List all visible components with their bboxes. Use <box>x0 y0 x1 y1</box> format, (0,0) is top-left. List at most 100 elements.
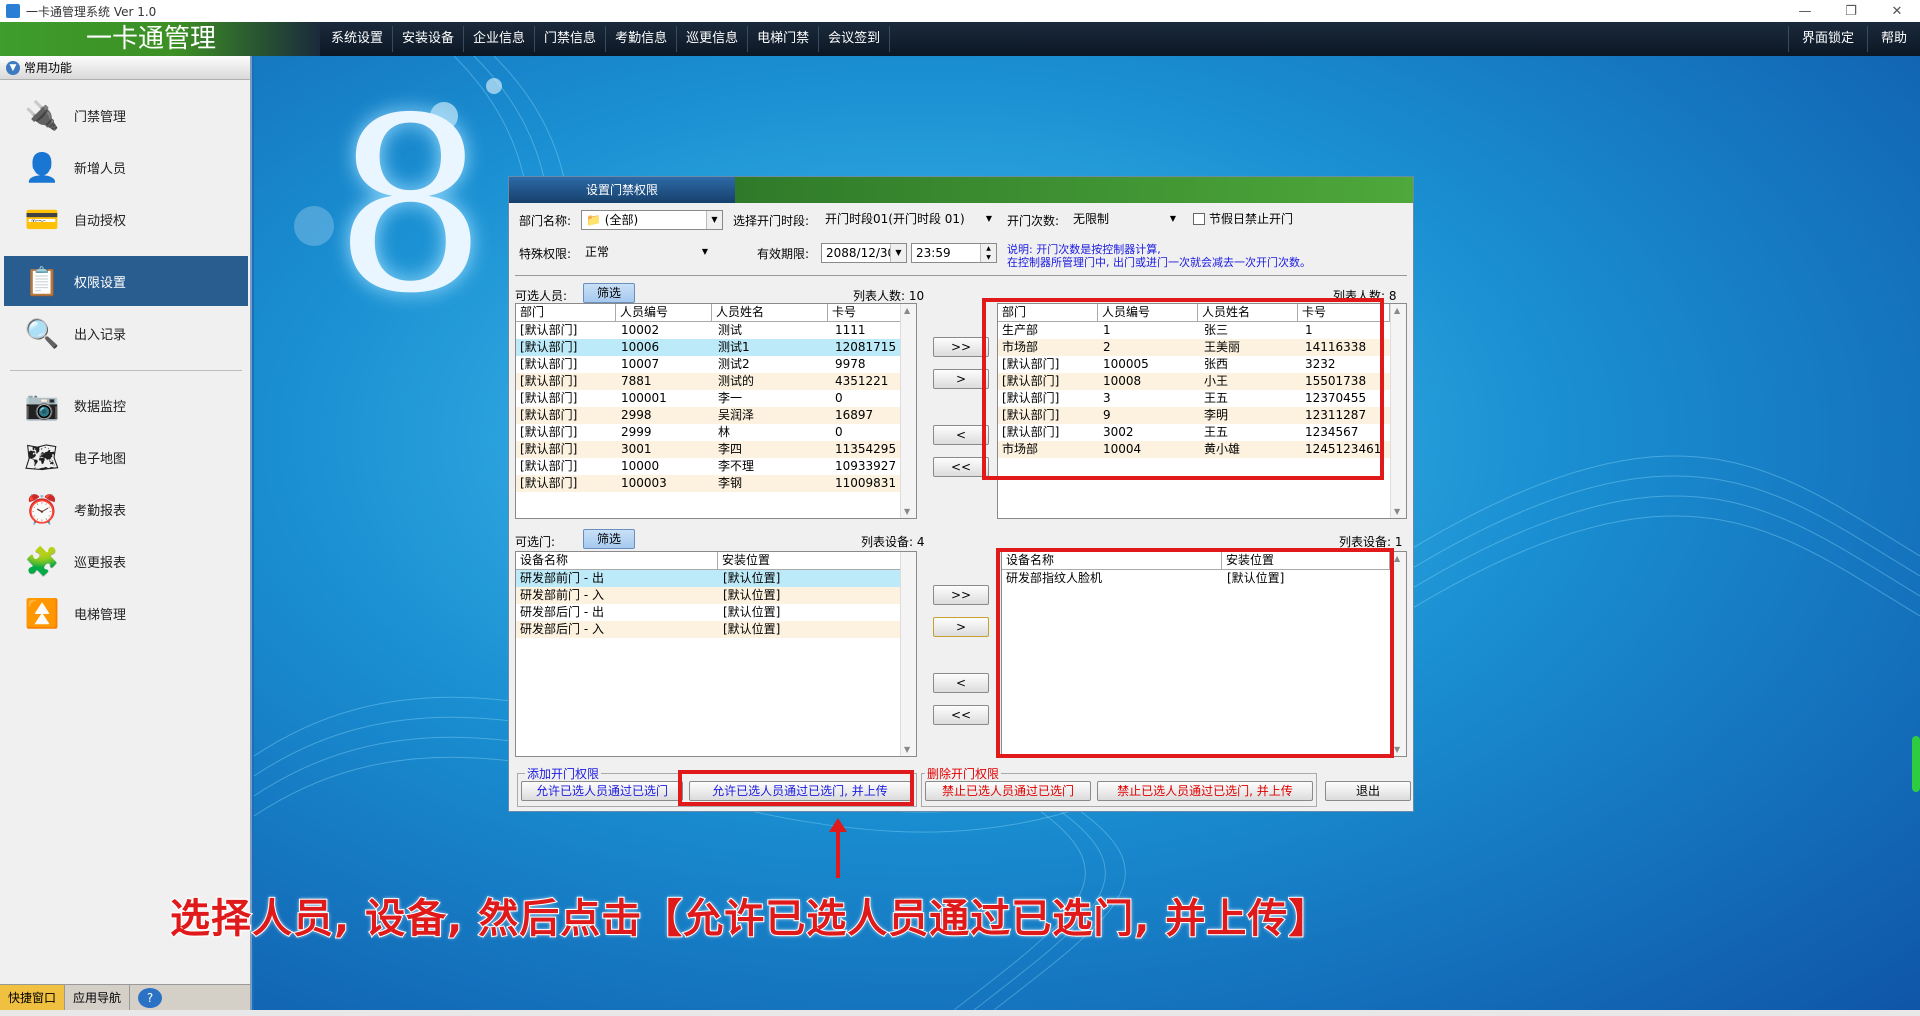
remove-people-button[interactable]: < <box>933 425 989 445</box>
table-cell: 11354295 <box>835 442 897 456</box>
table-cell: 4351221 <box>835 374 889 388</box>
add-all-doors-button[interactable]: >> <box>933 585 989 605</box>
table-row[interactable]: 研发部后门 - 出 [默认位置] <box>516 604 916 621</box>
table-row[interactable]: 研发部后门 - 入 [默认位置] <box>516 621 916 638</box>
table-cell: 9978 <box>835 357 866 371</box>
scrollbar[interactable]: ▲ ▼ <box>900 304 916 518</box>
table-row[interactable]: [默认部门] 100001 李一 0 <box>516 390 916 407</box>
menu-install-device[interactable]: 安装设备 <box>393 26 465 52</box>
sidebar-item-new-person[interactable]: 👤 新增人员 <box>4 142 248 192</box>
add-door-button[interactable]: > <box>933 617 989 637</box>
column-header[interactable]: 部门 <box>516 304 616 321</box>
holiday-label: 节假日禁止开门 <box>1209 212 1294 226</box>
scrollbar[interactable]: ▼ <box>900 552 916 756</box>
filter-people-button[interactable]: 筛选 <box>583 283 635 303</box>
holiday-checkbox[interactable]: 节假日禁止开门 <box>1193 210 1293 227</box>
special-select[interactable]: 正常 ▼ <box>581 243 713 263</box>
table-row[interactable]: [默认部门] 10006 测试1 12081715 <box>516 339 916 356</box>
dept-select[interactable]: 📁 (全部) ▼ <box>581 210 723 230</box>
sidebar-item-auto-auth[interactable]: 💳 自动授权 <box>4 194 248 244</box>
sidebar-item-permission[interactable]: 📋 权限设置 <box>4 256 248 306</box>
menu-attendance-info[interactable]: 考勤信息 <box>606 26 678 52</box>
sidebar-item-access-records[interactable]: 🔍 出入记录 <box>4 308 248 358</box>
scrollbar[interactable]: ▲ ▼ <box>1390 304 1406 518</box>
table-row[interactable]: [默认部门] 3001 李四 11354295 <box>516 441 916 458</box>
tab-app-nav[interactable]: 应用导航 <box>65 985 131 1011</box>
scroll-up-icon[interactable]: ▲ <box>1394 306 1400 315</box>
table-cell: 12081715 <box>835 340 897 354</box>
column-header[interactable]: 设备名称 <box>516 552 718 569</box>
add-people-button[interactable]: > <box>933 369 989 389</box>
menu-elevator[interactable]: 电梯门禁 <box>748 26 820 52</box>
menu-meeting[interactable]: 会议签到 <box>819 26 891 52</box>
table-row[interactable]: [默认部门] 100003 李钢 11009831 <box>516 475 916 492</box>
scroll-down-icon[interactable]: ▼ <box>904 745 910 754</box>
table-row[interactable]: [默认部门] 10000 李不理 10933927 <box>516 458 916 475</box>
forbid-upload-button[interactable]: 禁止已选人员通过已选门, 并上传 <box>1097 781 1313 801</box>
table-row[interactable]: [默认部门] 2998 吴润泽 16897 <box>516 407 916 424</box>
table-cell: [默认部门] <box>520 459 578 473</box>
column-header[interactable]: 人员姓名 <box>712 304 828 321</box>
scroll-down-icon[interactable]: ▼ <box>1394 745 1400 754</box>
column-header[interactable]: 安装位置 <box>718 552 902 569</box>
sidebar-item-map[interactable]: 🗺 电子地图 <box>4 432 248 482</box>
scroll-down-icon[interactable]: ▼ <box>904 507 910 516</box>
table-row[interactable]: [默认部门] 2999 林 0 <box>516 424 916 441</box>
table-cell: 李一 <box>718 391 743 405</box>
sidebar-item-label: 巡更报表 <box>74 555 127 571</box>
table-cell: 7881 <box>621 374 652 388</box>
sidebar-header[interactable]: ▼ 常用功能 <box>0 56 250 80</box>
note-line: 说明: 开门次数是按控制器计算, <box>1007 243 1161 256</box>
remove-all-doors-button[interactable]: << <box>933 705 989 725</box>
column-header[interactable]: 人员编号 <box>616 304 712 321</box>
menu-company-info[interactable]: 企业信息 <box>464 26 536 52</box>
spinner-icon[interactable]: ▲ ▼ <box>980 244 996 262</box>
table-row[interactable]: [默认部门] 10002 测试 1111 <box>516 322 916 339</box>
forbid-button[interactable]: 禁止已选人员通过已选门 <box>925 781 1091 801</box>
expiry-date-picker[interactable]: 2088/12/30 ▼ <box>821 243 907 263</box>
remove-door-button[interactable]: < <box>933 673 989 693</box>
lock-ui-button[interactable]: 界面锁定 <box>1787 26 1867 52</box>
help-icon[interactable]: ? <box>138 988 163 1008</box>
open-count-select[interactable]: 无限制 ▼ <box>1069 210 1181 230</box>
scroll-indicator[interactable] <box>1912 736 1920 792</box>
available-doors-list[interactable]: 设备名称 安装位置 研发部前门 - 出 [默认位置] 研发部前门 - 入 [默认位置]… <box>515 551 917 757</box>
table-cell: [默认部门] <box>520 391 578 405</box>
table-cell: 100001 <box>621 391 667 405</box>
scroll-up-icon[interactable]: ▲ <box>1394 554 1400 563</box>
sidebar-item-monitor[interactable]: 📷 数据监控 <box>4 380 248 430</box>
sidebar-item-door-access[interactable]: 🔌 门禁管理 <box>4 90 248 140</box>
timeslot-select[interactable]: 开门时段01(开门时段 01) ▼ <box>821 210 997 230</box>
sidebar-item-attendance-report[interactable]: ⏰ 考勤报表 <box>4 484 248 534</box>
sidebar-item-patrol-report[interactable]: 🧩 巡更报表 <box>4 536 248 586</box>
minimize-button[interactable]: — <box>1782 0 1828 22</box>
open-count-note: 说明: 开门次数是按控制器计算, 在控制器所管理门中, 出门或进门一次就会减去一… <box>1007 243 1311 269</box>
sidebar-item-elevator[interactable]: ⏫ 电梯管理 <box>4 588 248 638</box>
scroll-down-icon[interactable]: ▼ <box>1394 507 1400 516</box>
available-people-list[interactable]: 部门 人员编号 人员姓名 卡号 [默认部门] 10002 测试 1111 [默认部门] 1… <box>515 303 917 519</box>
menu-door-info[interactable]: 门禁信息 <box>535 26 607 52</box>
table-row[interactable]: 研发部前门 - 出 [默认位置] <box>516 570 916 587</box>
add-all-people-button[interactable]: >> <box>933 337 989 357</box>
filter-doors-button[interactable]: 筛选 <box>583 529 635 549</box>
help-button[interactable]: 帮助 <box>1866 26 1920 52</box>
menu-system-settings[interactable]: 系统设置 <box>322 26 394 52</box>
restore-button[interactable]: ❐ <box>1828 0 1874 22</box>
scroll-up-icon[interactable]: ▲ <box>904 306 910 315</box>
map-icon: 🗺 <box>24 440 60 474</box>
column-header[interactable]: 卡号 <box>828 304 902 321</box>
checkbox-box[interactable] <box>1193 212 1205 225</box>
close-button[interactable]: ✕ <box>1874 0 1920 22</box>
tab-shortcut-window[interactable]: 快捷窗口 <box>0 985 66 1011</box>
remove-all-people-button[interactable]: << <box>933 457 989 477</box>
table-row[interactable]: [默认部门] 10007 测试2 9978 <box>516 356 916 373</box>
exit-button[interactable]: 退出 <box>1325 781 1411 801</box>
allow-button[interactable]: 允许已选人员通过已选门 <box>521 781 683 801</box>
table-row[interactable]: [默认部门] 7881 测试的 4351221 <box>516 373 916 390</box>
table-row[interactable]: 研发部前门 - 入 [默认位置] <box>516 587 916 604</box>
chevron-down-icon: ▼ <box>890 244 906 262</box>
menu-patrol-info[interactable]: 巡更信息 <box>677 26 749 52</box>
sidebar-item-label: 门禁管理 <box>74 109 127 125</box>
window-titlebar: 一卡通管理系统 Ver 1.0 — ❐ ✕ <box>0 0 1920 22</box>
expiry-time-field[interactable]: 23:59 ▲ ▼ <box>911 243 997 263</box>
